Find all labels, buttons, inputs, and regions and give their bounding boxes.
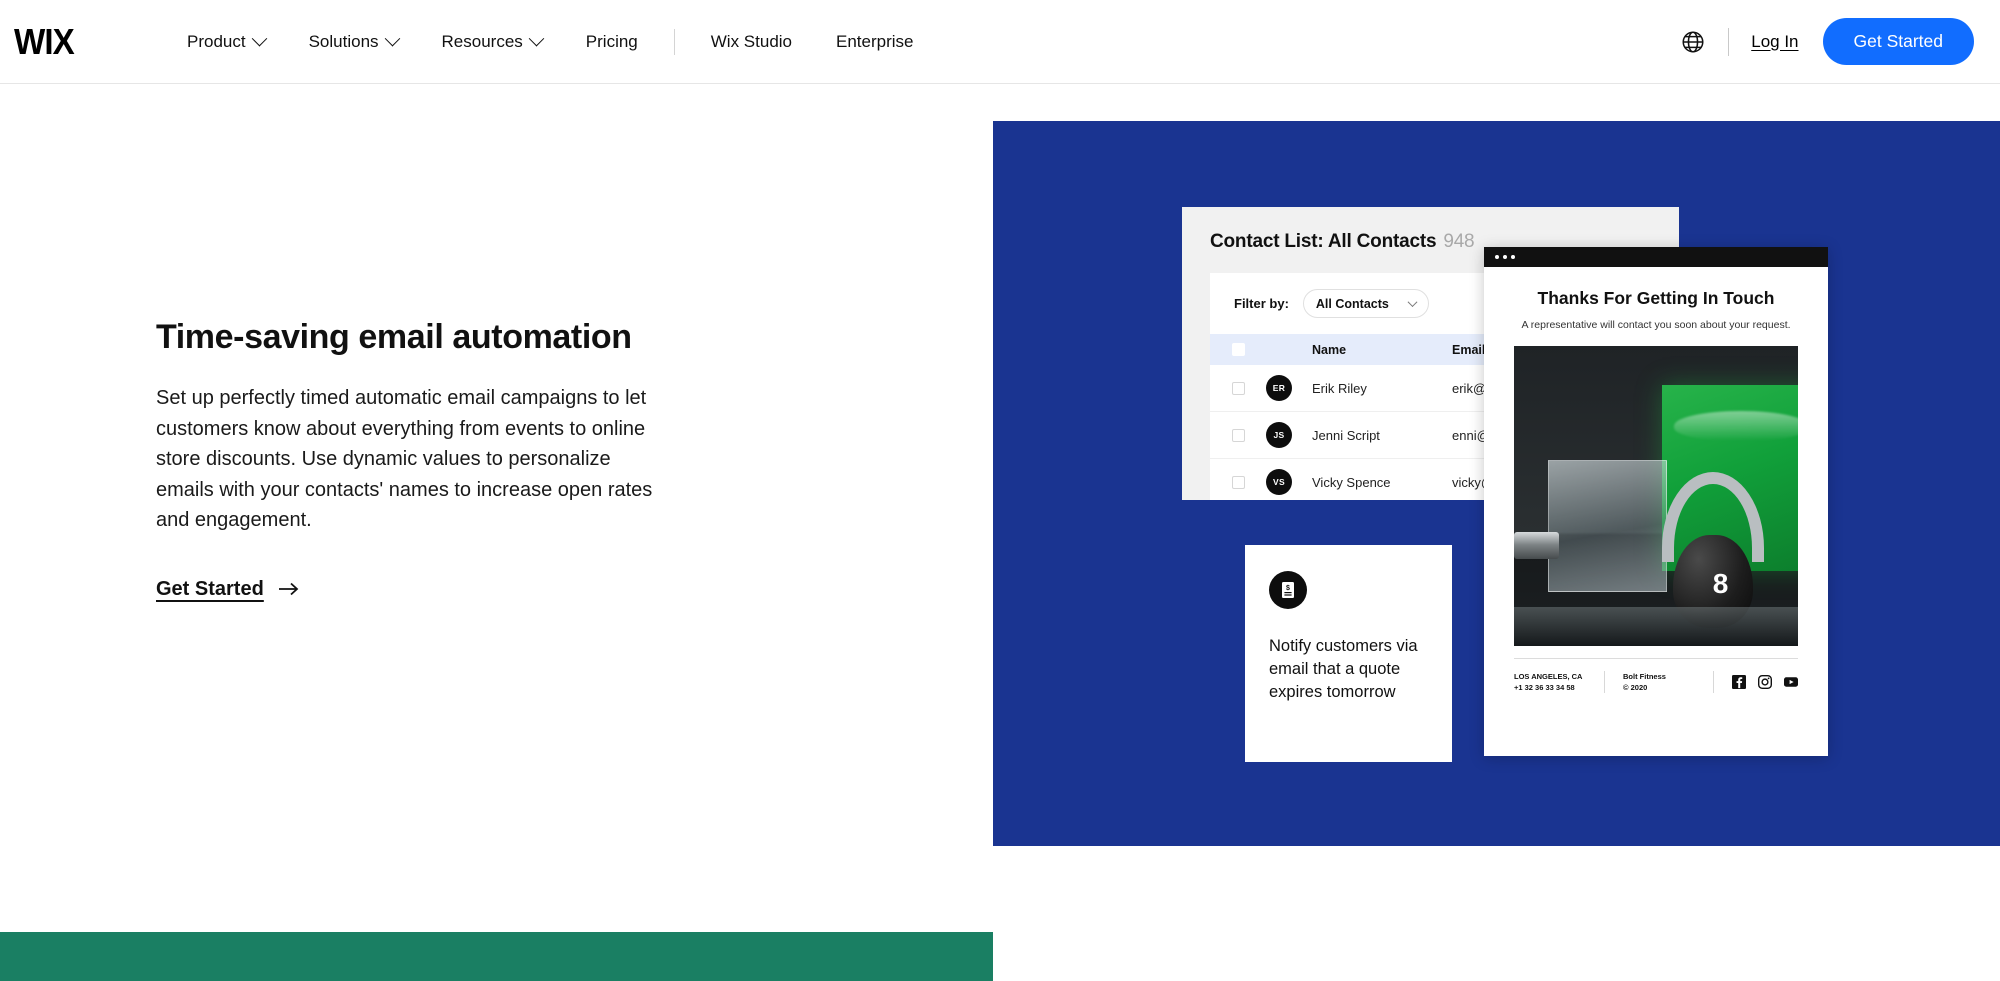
window-dot bbox=[1495, 255, 1499, 259]
invoice-icon: $ bbox=[1269, 571, 1307, 609]
globe-icon[interactable] bbox=[1680, 29, 1706, 55]
avatar: ER bbox=[1266, 375, 1292, 401]
nav-item-label: Solutions bbox=[308, 31, 379, 51]
email-preview-card: Thanks For Getting In Touch A representa… bbox=[1484, 247, 1828, 756]
nav-item-label: Pricing bbox=[585, 31, 638, 51]
footer-social-links bbox=[1732, 675, 1798, 689]
row-checkbox[interactable] bbox=[1231, 381, 1245, 395]
nav-item-wix-studio[interactable]: Wix Studio bbox=[689, 32, 814, 52]
invoice-icon-glyph: $ bbox=[1282, 582, 1294, 598]
avatar: JS bbox=[1266, 422, 1292, 448]
hero-get-started-link[interactable]: Get Started bbox=[156, 578, 300, 601]
main-navigation: Product Solutions Resources Pricing Wix … bbox=[165, 0, 936, 83]
row-checkbox[interactable] bbox=[1231, 428, 1245, 442]
nav-item-solutions[interactable]: Solutions bbox=[287, 30, 420, 52]
kettlebell-weight-label: 8 bbox=[1712, 568, 1729, 599]
row-select-cell[interactable] bbox=[1210, 428, 1266, 442]
column-header-name: Name bbox=[1312, 342, 1347, 357]
chevron-down-icon bbox=[1407, 297, 1418, 308]
avatar-cell: JS bbox=[1266, 422, 1312, 448]
site-header: WIX Product Solutions Resources Pricing … bbox=[0, 0, 2000, 84]
window-title-bar bbox=[1484, 247, 1828, 267]
kettlebell-product-photo: 8 bbox=[1514, 346, 1798, 646]
youtube-icon[interactable] bbox=[1784, 675, 1798, 689]
dumbbell-bar bbox=[1514, 532, 1560, 559]
glass-block bbox=[1548, 460, 1668, 592]
log-in-link[interactable]: Log In bbox=[1751, 32, 1798, 52]
select-all-checkbox[interactable] bbox=[1231, 343, 1245, 356]
nav-item-label: Resources bbox=[441, 31, 523, 51]
chevron-down-icon bbox=[384, 30, 400, 47]
contact-name: Erik Riley bbox=[1312, 380, 1367, 396]
window-dot bbox=[1503, 255, 1507, 259]
nav-item-enterprise[interactable]: Enterprise bbox=[814, 32, 935, 52]
row-checkbox[interactable] bbox=[1231, 475, 1245, 489]
avatar-cell: ER bbox=[1266, 375, 1312, 401]
nav-item-label: Enterprise bbox=[836, 31, 914, 51]
arrow-right-icon bbox=[278, 582, 299, 596]
email-heading: Thanks For Getting In Touch bbox=[1537, 288, 1775, 308]
hero-description: Set up perfectly timed automatic email c… bbox=[156, 387, 653, 531]
page-title: Time-saving email automation bbox=[156, 318, 632, 356]
email-footer: LOS ANGELES, CA +1 32 36 33 34 58 Bolt F… bbox=[1514, 658, 1798, 693]
avatar-cell: VS bbox=[1266, 469, 1312, 495]
instagram-icon[interactable] bbox=[1758, 675, 1772, 689]
chevron-down-icon bbox=[251, 30, 267, 47]
accent-strip bbox=[0, 932, 993, 981]
notify-card-text: Notify customers via email that a quote … bbox=[1269, 637, 1418, 701]
filter-dropdown[interactable]: All Contacts bbox=[1302, 289, 1429, 318]
svg-text:$: $ bbox=[1286, 585, 1290, 592]
email-subheading: A representative will contact you soon a… bbox=[1521, 319, 1791, 331]
nav-item-label: Wix Studio bbox=[710, 31, 793, 51]
contact-count: 948 bbox=[1443, 231, 1475, 252]
get-started-button[interactable]: Get Started bbox=[1822, 18, 1974, 65]
select-all-cell[interactable] bbox=[1210, 343, 1266, 356]
footer-copyright: © 2020 bbox=[1623, 683, 1648, 692]
nav-item-resources[interactable]: Resources bbox=[420, 30, 564, 52]
hero-link-label: Get Started bbox=[156, 577, 264, 600]
footer-divider bbox=[1713, 671, 1714, 693]
contact-name: Vicky Spence bbox=[1312, 474, 1391, 490]
hero-copy: Time-saving email automation Set up perf… bbox=[156, 318, 666, 601]
row-select-cell[interactable] bbox=[1210, 381, 1266, 395]
email-header: Thanks For Getting In Touch A representa… bbox=[1484, 267, 1828, 332]
footer-location-block: LOS ANGELES, CA +1 32 36 33 34 58 bbox=[1514, 671, 1604, 693]
nav-item-pricing[interactable]: Pricing bbox=[564, 32, 660, 52]
wix-logo[interactable]: WIX bbox=[14, 23, 75, 60]
row-select-cell[interactable] bbox=[1210, 475, 1266, 489]
photo-floor-reflection bbox=[1514, 607, 1798, 646]
avatar: VS bbox=[1266, 469, 1292, 495]
footer-location: LOS ANGELES, CA bbox=[1514, 672, 1583, 681]
nav-divider bbox=[673, 28, 675, 55]
footer-divider bbox=[1604, 671, 1605, 693]
nav-item-product[interactable]: Product bbox=[165, 30, 287, 52]
filter-dropdown-value: All Contacts bbox=[1315, 296, 1389, 311]
header-actions: Log In Get Started bbox=[1680, 18, 2000, 65]
facebook-icon[interactable] bbox=[1732, 675, 1746, 689]
contact-list-title-text: Contact List: All Contacts bbox=[1210, 231, 1437, 252]
footer-brand-block: Bolt Fitness © 2020 bbox=[1623, 671, 1713, 693]
window-dot bbox=[1511, 255, 1515, 259]
filter-label: Filter by: bbox=[1234, 296, 1289, 311]
nav-item-label: Product bbox=[187, 31, 246, 51]
notify-card: $ Notify customers via email that a quot… bbox=[1245, 545, 1452, 762]
contact-name: Jenni Script bbox=[1312, 427, 1380, 443]
header-divider bbox=[1728, 27, 1730, 56]
footer-brand: Bolt Fitness bbox=[1623, 672, 1666, 681]
chevron-down-icon bbox=[528, 30, 545, 47]
footer-phone: +1 32 36 33 34 58 bbox=[1514, 683, 1575, 692]
